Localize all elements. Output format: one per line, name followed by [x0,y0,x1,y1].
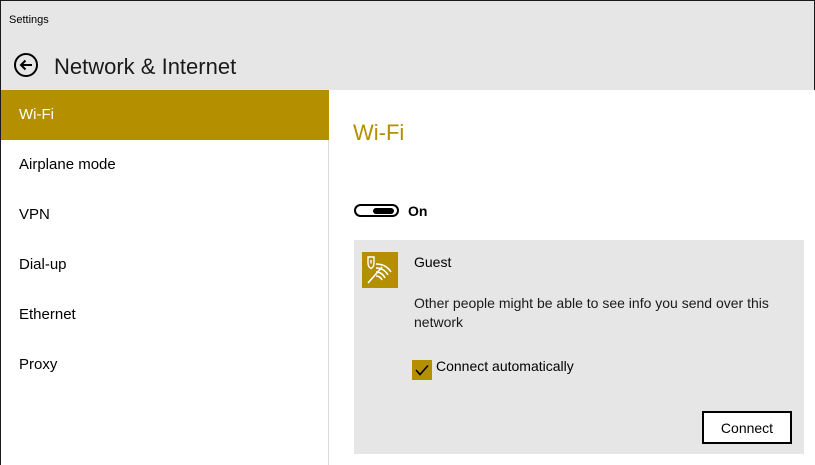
sidebar-item-proxy[interactable]: Proxy [1,340,329,390]
wifi-shield-icon [362,252,398,288]
main-content: Wi-Fi On Guest Other people might be abl… [330,90,815,465]
network-name: Guest [414,254,452,270]
sidebar-item-vpn[interactable]: VPN [1,190,329,240]
network-warning-text: Other people might be able to see info y… [414,295,769,330]
connect-automatically-label[interactable]: Connect automatically [436,358,574,374]
page-title: Network & Internet [54,54,237,79]
connect-automatically-checkbox[interactable] [412,360,432,380]
sidebar-item-dial-up[interactable]: Dial-up [1,240,329,290]
sidebar: Wi-Fi Airplane mode VPN Dial-up Ethernet… [1,90,329,465]
window-title: Settings [9,14,49,26]
section-title: Wi-Fi [353,120,405,145]
toggle-state-label: On [408,203,428,219]
checkmark-icon [415,364,429,376]
network-card[interactable]: Guest Other people might be able to see … [354,240,804,454]
sidebar-item-airplane-mode[interactable]: Airplane mode [1,140,329,190]
connect-button[interactable]: Connect [702,411,792,444]
title-bar: Settings [1,0,814,40]
sidebar-item-ethernet[interactable]: Ethernet [1,290,329,340]
back-arrow-icon [14,53,38,77]
page-header: Network & Internet [1,40,814,90]
back-button[interactable] [13,52,39,78]
wifi-toggle[interactable] [354,204,399,217]
sidebar-item-wifi[interactable]: Wi-Fi [1,90,329,140]
settings-window: Settings Network & Internet Wi-Fi Airpla… [0,0,815,465]
toggle-knob [373,207,394,214]
